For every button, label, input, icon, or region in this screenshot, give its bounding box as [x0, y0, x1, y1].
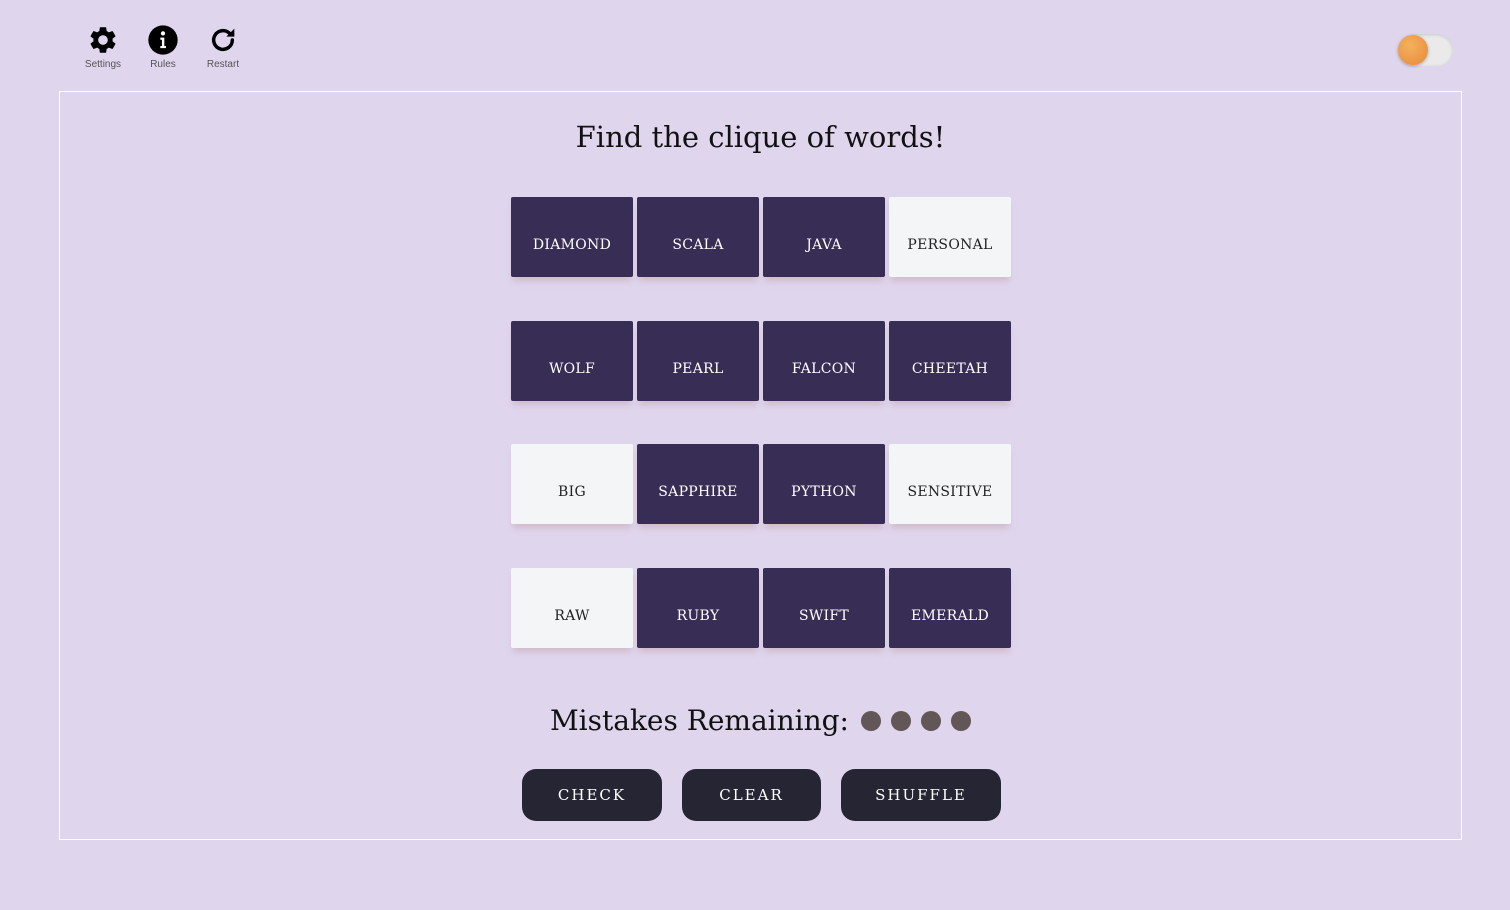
mistake-dot	[860, 710, 881, 731]
restart-button[interactable]: Restart	[195, 24, 251, 70]
settings-label: Settings	[84, 59, 122, 70]
rules-label: Rules	[150, 59, 176, 70]
mistake-dot	[920, 710, 941, 731]
mistakes-label: Mistakes Remaining:	[550, 704, 849, 737]
mistake-dot	[950, 710, 971, 731]
word-tile[interactable]: PEARL	[637, 320, 759, 401]
shuffle-button[interactable]: SHUFFLE	[841, 769, 1001, 821]
rules-button[interactable]: Rules	[135, 24, 191, 70]
word-tile[interactable]: EMERALD	[889, 567, 1011, 648]
word-tile[interactable]: BIG	[511, 444, 633, 524]
word-tile[interactable]: PYTHON	[763, 444, 885, 524]
toggle-knob	[1398, 35, 1428, 65]
word-tile[interactable]: WOLF	[511, 320, 633, 401]
restart-label: Restart	[206, 59, 240, 70]
check-button[interactable]: CHECK	[522, 769, 662, 821]
word-tile[interactable]: SCALA	[637, 197, 759, 277]
mistake-dots	[860, 710, 971, 731]
settings-button[interactable]: Settings	[75, 24, 131, 70]
word-tile[interactable]: SENSITIVE	[889, 444, 1011, 524]
word-tile[interactable]: FALCON	[763, 320, 885, 401]
word-tile[interactable]: CHEETAH	[889, 320, 1011, 401]
word-tile[interactable]: PERSONAL	[889, 197, 1011, 277]
word-tile[interactable]: RAW	[511, 567, 633, 648]
game-panel: Find the clique of words! DIAMOND SCALA JA…	[59, 91, 1462, 840]
clear-button[interactable]: CLEAR	[682, 769, 821, 821]
page-title: Find the clique of words!	[575, 120, 946, 154]
toolbar: Settings Rules Restart	[75, 24, 255, 70]
mistakes-remaining: Mistakes Remaining:	[60, 704, 1461, 737]
word-tile[interactable]: DIAMOND	[511, 197, 633, 277]
theme-toggle[interactable]	[1398, 34, 1453, 66]
word-tile[interactable]: RUBY	[637, 567, 759, 648]
restart-icon	[211, 28, 235, 52]
mistake-dot	[890, 710, 911, 731]
word-tile[interactable]: SAPPHIRE	[637, 444, 759, 524]
word-tile[interactable]: JAVA	[763, 197, 885, 277]
gear-icon	[90, 27, 116, 53]
word-grid: DIAMOND SCALA JAVA PERSONAL WOLF PEARL FALCON C…	[511, 197, 1011, 648]
info-icon	[148, 25, 178, 55]
word-tile[interactable]: SWIFT	[763, 567, 885, 648]
